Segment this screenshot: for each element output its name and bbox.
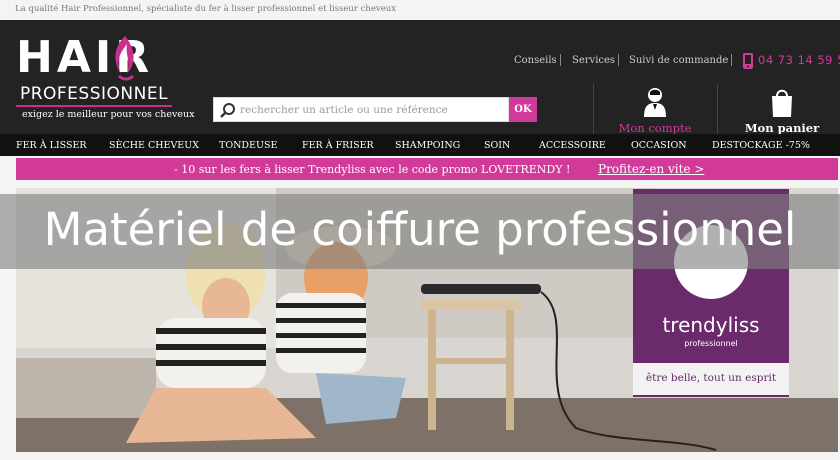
- util-divider: [618, 54, 619, 66]
- nav-item-soin[interactable]: SOIN: [484, 140, 510, 151]
- trendyliss-tagline-box: être belle, tout un esprit: [633, 363, 789, 395]
- cart-label: Mon panier: [744, 121, 820, 135]
- logo-flame-icon: [115, 36, 135, 81]
- header-divider: [717, 84, 718, 134]
- nav-item-fer-a-friser[interactable]: FER À FRISER: [302, 140, 374, 151]
- util-divider: [731, 54, 732, 66]
- nav-item-seche-cheveux[interactable]: SÈCHE CHEVEUX: [109, 140, 199, 151]
- phone-number[interactable]: 04 73 14 59 54: [758, 53, 840, 67]
- nav-item-tondeuse[interactable]: TONDEUSE: [219, 140, 277, 151]
- site-header: HAIR PROFESSIONNEL exigez le meilleur po…: [0, 20, 840, 135]
- user-icon: [644, 88, 666, 117]
- promo-text: - 10 sur les fers à lisser Trendyliss av…: [174, 163, 571, 176]
- trendyliss-sub: professionnel: [684, 339, 738, 348]
- trendyliss-tagline: être belle, tout un esprit: [645, 372, 777, 384]
- top-info-text: La qualité Hair Professionnel, spécialis…: [15, 4, 396, 14]
- link-conseils[interactable]: Conseils: [514, 55, 557, 66]
- link-services[interactable]: Services: [572, 55, 615, 66]
- account-button[interactable]: Mon compte: [614, 84, 696, 135]
- site-logo[interactable]: HAIR PROFESSIONNEL exigez le meilleur po…: [16, 34, 194, 124]
- link-suivi-commande[interactable]: Suivi de commande: [629, 55, 728, 66]
- logo-tagline: exigez le meilleur pour vos cheveux: [22, 109, 195, 120]
- phone-icon: [743, 53, 753, 69]
- page-title: Matériel de coiffure professionnel: [43, 203, 797, 256]
- search-box: [213, 97, 509, 122]
- account-label: Mon compte: [618, 121, 692, 135]
- nav-item-occasion[interactable]: OCCASION: [631, 140, 687, 151]
- search-button[interactable]: OK: [509, 97, 537, 122]
- logo-name: PROFESSIONNEL: [19, 84, 169, 104]
- top-info-bar: La qualité Hair Professionnel, spécialis…: [0, 0, 840, 20]
- main-nav: FER À LISSER SÈCHE CHEVEUX TONDEUSE FER …: [0, 134, 840, 156]
- promo-cta-link[interactable]: Profitez-en vite >: [598, 162, 704, 176]
- util-divider: [560, 54, 561, 66]
- nav-item-shampoing[interactable]: SHAMPOING: [395, 140, 460, 151]
- search-icon: [220, 103, 235, 118]
- shopping-bag-icon: [772, 89, 792, 117]
- promo-banner: - 10 sur les fers à lisser Trendyliss av…: [16, 158, 838, 180]
- cart-button[interactable]: Mon panier: [742, 84, 822, 135]
- header-divider: [593, 84, 594, 134]
- nav-item-destockage[interactable]: DESTOCKAGE -75%: [712, 140, 810, 151]
- search-input[interactable]: [240, 100, 505, 120]
- title-overlay: Matériel de coiffure professionnel: [0, 194, 840, 269]
- trendyliss-brand: trendyliss: [662, 313, 760, 337]
- nav-item-accessoire[interactable]: ACCESSOIRE: [539, 140, 606, 151]
- nav-item-fer-a-lisser[interactable]: FER À LISSER: [16, 140, 87, 151]
- logo-rule: [16, 105, 172, 107]
